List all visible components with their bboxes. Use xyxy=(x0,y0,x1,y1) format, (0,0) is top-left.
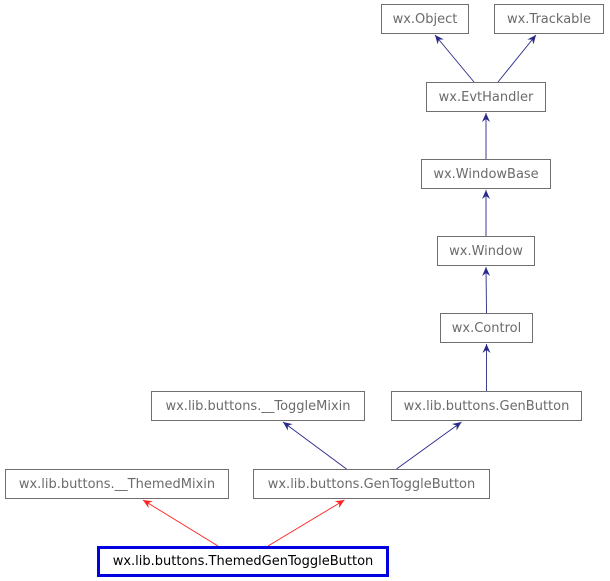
node-wx-control[interactable]: wx.Control xyxy=(440,313,533,343)
edge-control-to-window xyxy=(482,266,491,314)
node-themedgentogglebutton-focus[interactable]: wx.lib.buttons.ThemedGenToggleButton xyxy=(97,546,389,577)
node-wx-windowbase[interactable]: wx.WindowBase xyxy=(421,159,551,189)
edge-evthandler-to-trackable xyxy=(497,34,537,83)
node-themedmixin[interactable]: wx.lib.buttons.__ThemedMixin xyxy=(5,469,229,499)
edge-themedgentogglebutton-to-themedmixin xyxy=(142,499,219,547)
node-wx-evthandler[interactable]: wx.EvtHandler xyxy=(426,82,546,112)
edge-gentogglebutton-to-genbutton xyxy=(396,421,462,470)
node-genbutton[interactable]: wx.lib.buttons.GenButton xyxy=(391,391,582,421)
node-wx-trackable[interactable]: wx.Trackable xyxy=(494,4,604,34)
node-togglemixin[interactable]: wx.lib.buttons.__ToggleMixin xyxy=(151,391,365,421)
node-gentogglebutton[interactable]: wx.lib.buttons.GenToggleButton xyxy=(253,469,490,499)
edge-gentogglebutton-to-togglemixin xyxy=(282,421,347,470)
node-wx-window[interactable]: wx.Window xyxy=(437,236,535,266)
node-wx-object[interactable]: wx.Object xyxy=(381,4,469,34)
edge-evthandler-to-object xyxy=(434,34,475,83)
edge-themedgentogglebutton-to-gentogglebutton xyxy=(267,499,345,547)
